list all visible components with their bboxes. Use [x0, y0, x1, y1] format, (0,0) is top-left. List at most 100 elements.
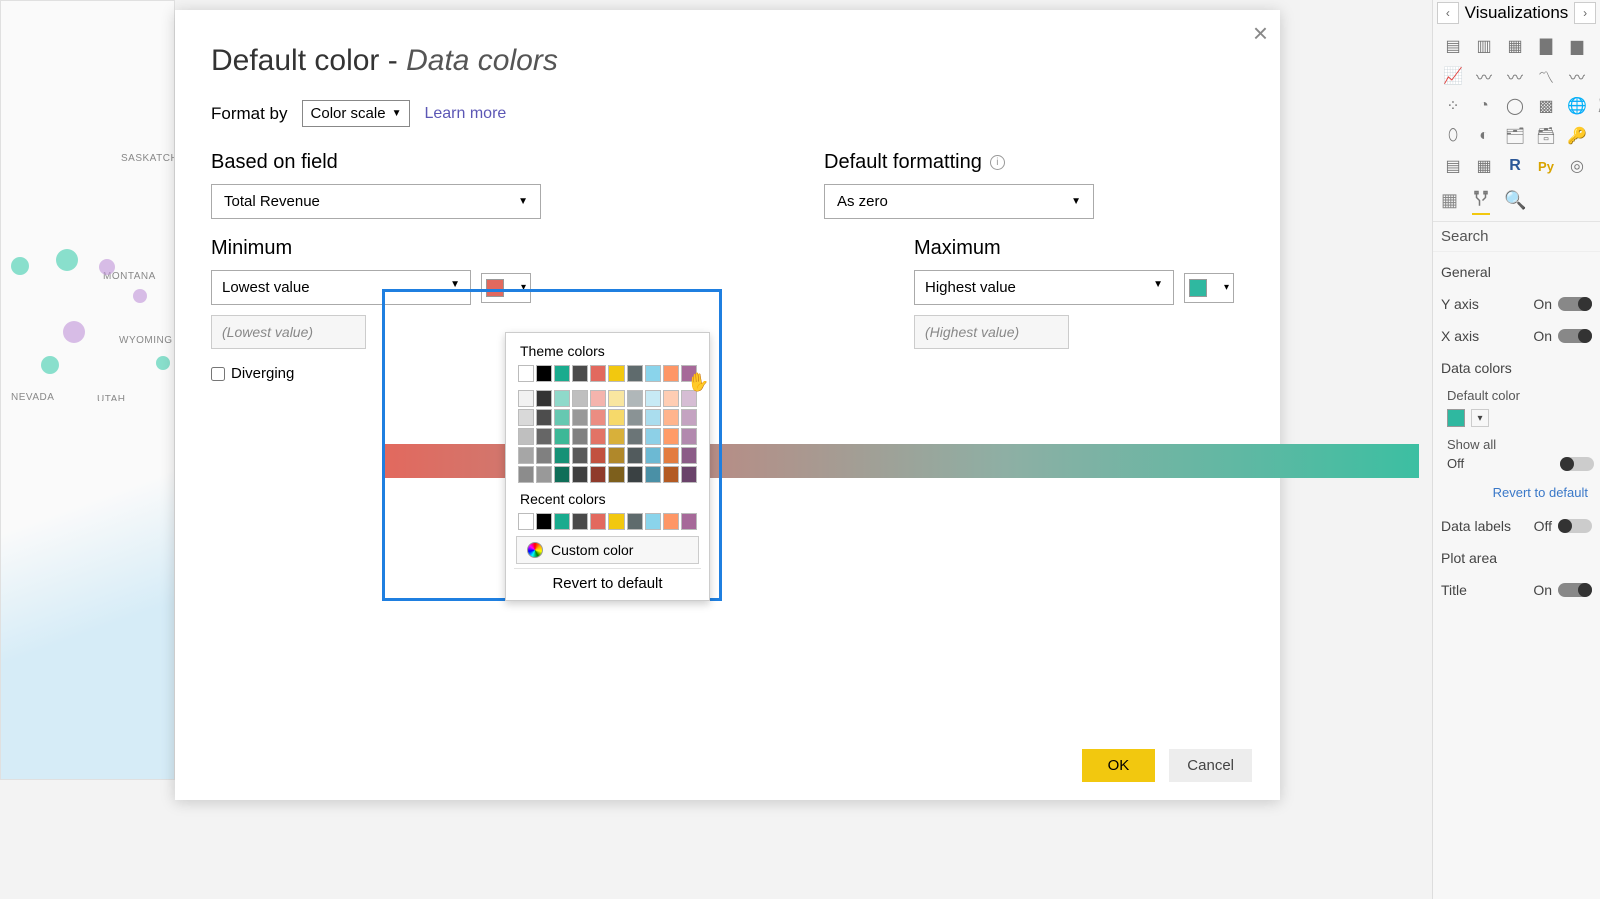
color-swatch[interactable] [681, 428, 697, 445]
x-axis-section[interactable]: X axis On [1439, 320, 1594, 352]
color-swatch[interactable] [518, 447, 534, 464]
color-swatch[interactable] [681, 513, 697, 530]
funnel-icon[interactable]: ⬯ [1441, 124, 1465, 148]
expand-pane-icon[interactable]: › [1574, 2, 1596, 24]
multi-card-icon[interactable]: 🗃 [1534, 124, 1558, 148]
data-labels-section[interactable]: Data labels Off [1439, 510, 1594, 542]
table-icon[interactable]: ▤ [1441, 154, 1465, 178]
100-column-icon[interactable]: █ [1596, 34, 1600, 58]
color-swatch[interactable] [518, 466, 534, 483]
color-swatch[interactable] [590, 466, 606, 483]
color-swatch[interactable] [536, 409, 552, 426]
color-swatch[interactable] [645, 365, 661, 382]
revert-to-default-link[interactable]: Revert to default [1447, 479, 1594, 510]
color-swatch[interactable] [608, 390, 624, 407]
ribbon-icon[interactable]: 〰 [1565, 64, 1589, 88]
color-swatch[interactable] [590, 447, 606, 464]
color-swatch[interactable] [663, 365, 679, 382]
color-swatch[interactable] [681, 447, 697, 464]
clustered-bar-icon[interactable]: ▥ [1472, 34, 1496, 58]
color-swatch[interactable] [681, 466, 697, 483]
color-swatch[interactable] [645, 409, 661, 426]
color-swatch[interactable] [663, 409, 679, 426]
color-swatch[interactable] [645, 447, 661, 464]
collapse-pane-icon[interactable]: ‹ [1437, 2, 1459, 24]
color-swatch[interactable] [590, 428, 606, 445]
card-icon[interactable]: 🗂 [1503, 124, 1527, 148]
color-swatch[interactable] [627, 428, 643, 445]
minimum-value-input[interactable]: (Lowest value) [211, 315, 366, 349]
color-swatch[interactable] [518, 390, 534, 407]
color-swatch[interactable] [572, 513, 588, 530]
treemap-icon[interactable]: ▩ [1534, 94, 1558, 118]
stacked-bar-icon[interactable]: ▤ [1441, 34, 1465, 58]
maximum-color-button[interactable]: ▾ [1184, 273, 1234, 303]
color-swatch[interactable] [627, 365, 643, 382]
diverging-checkbox[interactable] [211, 367, 225, 381]
color-swatch[interactable] [554, 390, 570, 407]
stacked-column-icon[interactable]: ▇ [1534, 34, 1558, 58]
data-colors-section[interactable]: Data colors [1439, 352, 1594, 384]
line-icon[interactable]: 📈 [1441, 64, 1465, 88]
color-swatch[interactable] [645, 513, 661, 530]
filled-map-icon[interactable]: 🗺 [1596, 94, 1600, 118]
color-swatch[interactable] [645, 466, 661, 483]
plot-area-section[interactable]: Plot area [1439, 542, 1594, 574]
pie-icon[interactable]: ◔ [1472, 94, 1496, 118]
color-swatch[interactable] [663, 513, 679, 530]
color-swatch[interactable] [590, 409, 606, 426]
default-color-dropdown[interactable]: ▾ [1471, 409, 1489, 427]
color-swatch[interactable] [536, 365, 552, 382]
key-influencer-icon[interactable]: ◎ [1565, 154, 1589, 178]
color-swatch[interactable] [627, 409, 643, 426]
color-swatch[interactable] [608, 365, 624, 382]
color-swatch[interactable] [645, 428, 661, 445]
color-swatch[interactable] [590, 513, 606, 530]
color-swatch[interactable] [572, 447, 588, 464]
default-color-chip[interactable] [1447, 409, 1465, 427]
fields-tab-icon[interactable]: ▦ [1441, 190, 1458, 215]
waterfall-icon[interactable]: ▞ [1596, 64, 1600, 88]
donut-icon[interactable]: ◯ [1503, 94, 1527, 118]
based-on-field-select[interactable]: Total Revenue ▼ [211, 184, 541, 219]
ok-button[interactable]: OK [1082, 749, 1156, 782]
clustered-column-icon[interactable]: ▆ [1565, 34, 1589, 58]
analytics-tab-icon[interactable]: 🔍 [1504, 190, 1526, 215]
color-swatch[interactable] [536, 390, 552, 407]
color-swatch[interactable] [663, 428, 679, 445]
color-swatch[interactable] [608, 409, 624, 426]
color-swatch[interactable] [608, 447, 624, 464]
color-swatch[interactable] [590, 390, 606, 407]
y-axis-toggle[interactable] [1558, 297, 1592, 311]
scatter-icon[interactable]: ⁘ [1441, 94, 1465, 118]
gauge-icon[interactable]: ◐ [1472, 124, 1496, 148]
color-swatch[interactable] [518, 428, 534, 445]
color-swatch[interactable] [681, 409, 697, 426]
minimum-select[interactable]: Lowest value ▼ [211, 270, 471, 305]
color-swatch[interactable] [554, 365, 570, 382]
py-visual-icon[interactable]: Py [1534, 154, 1558, 178]
general-section[interactable]: General [1439, 256, 1594, 288]
maximum-select[interactable]: Highest value ▼ [914, 270, 1174, 305]
y-axis-section[interactable]: Y axis On [1439, 288, 1594, 320]
title-toggle[interactable] [1558, 583, 1592, 597]
title-section[interactable]: Title On [1439, 574, 1594, 606]
color-swatch[interactable] [572, 428, 588, 445]
color-swatch[interactable] [663, 466, 679, 483]
color-swatch[interactable] [608, 466, 624, 483]
more-icon[interactable]: ⋯ [1596, 154, 1600, 178]
map-icon[interactable]: 🌐 [1565, 94, 1589, 118]
area-icon[interactable]: 〰 [1472, 64, 1496, 88]
color-swatch[interactable] [554, 428, 570, 445]
revert-to-default-option[interactable]: Revert to default [514, 568, 701, 598]
color-swatch[interactable] [572, 409, 588, 426]
color-swatch[interactable] [645, 390, 661, 407]
color-swatch[interactable] [627, 513, 643, 530]
color-swatch[interactable] [554, 447, 570, 464]
color-swatch[interactable] [554, 513, 570, 530]
color-swatch[interactable] [536, 466, 552, 483]
r-visual-icon[interactable]: R [1503, 154, 1527, 178]
maximum-value-input[interactable]: (Highest value) [914, 315, 1069, 349]
color-swatch[interactable] [572, 365, 588, 382]
default-formatting-select[interactable]: As zero ▼ [824, 184, 1094, 219]
